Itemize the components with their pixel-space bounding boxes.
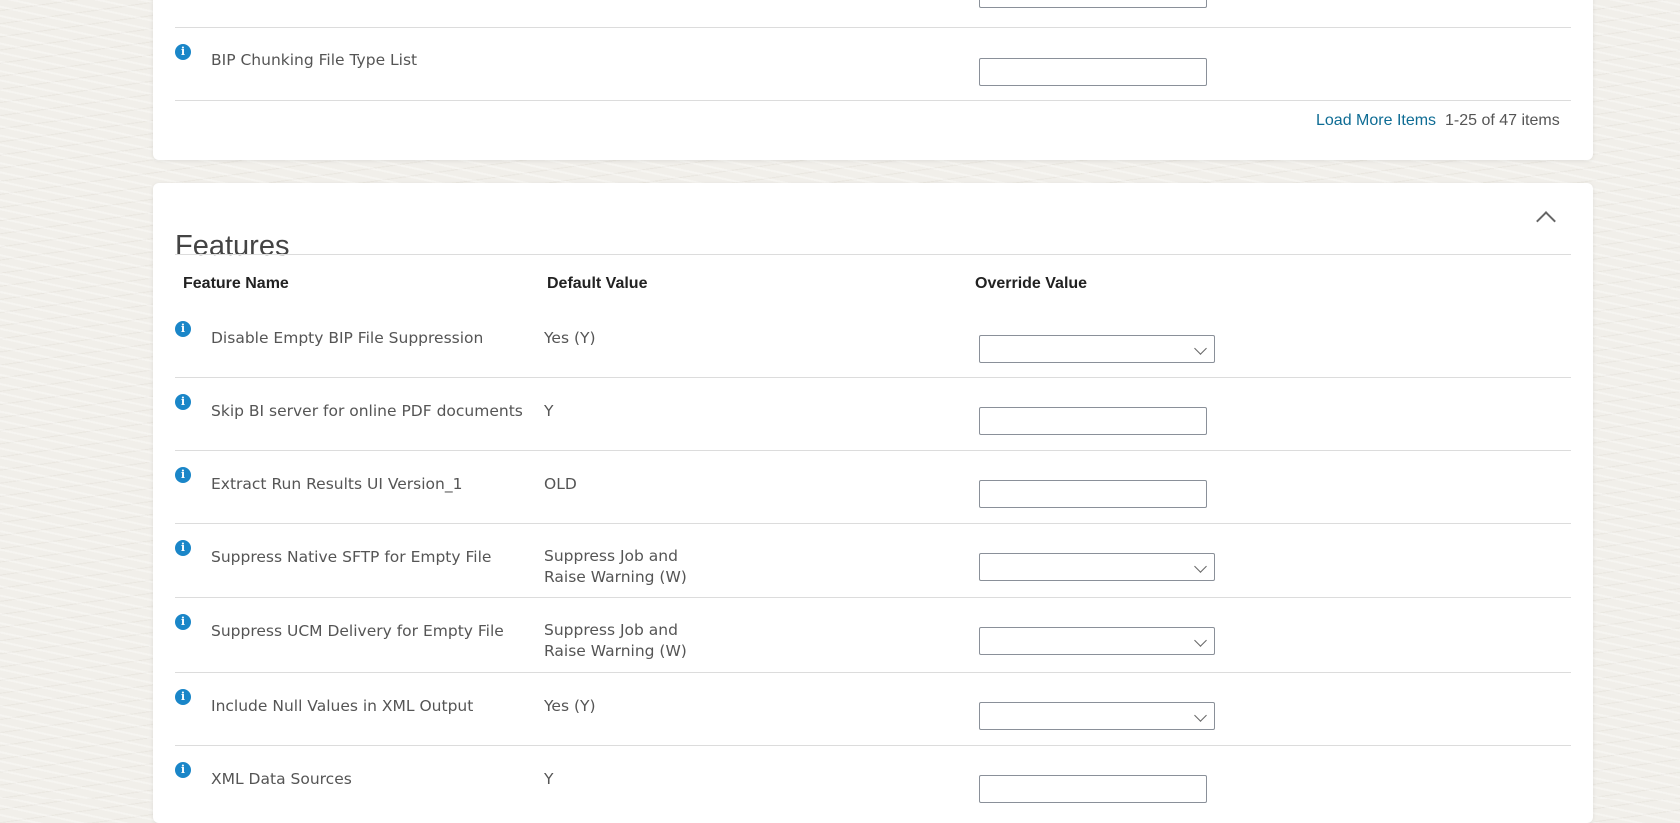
default-value: Yes (Y) <box>544 329 596 347</box>
row-divider <box>175 27 1571 28</box>
feature-name: Include Null Values in XML Output <box>211 697 474 715</box>
info-icon[interactable]: i <box>175 467 191 483</box>
info-icon[interactable]: i <box>175 394 191 410</box>
default-value: Suppress Job and Raise Warning (W) <box>544 621 687 660</box>
column-header-default-value: Default Value <box>547 275 648 292</box>
row-divider <box>175 672 1571 673</box>
column-header-feature-name: Feature Name <box>183 275 289 292</box>
parameters-card: i BIP Chunking File Type List Load More … <box>153 0 1593 160</box>
feature-name: Suppress Native SFTP for Empty File <box>211 548 492 566</box>
override-input[interactable] <box>979 0 1207 8</box>
default-value: OLD <box>544 475 577 493</box>
row-divider <box>175 523 1571 524</box>
override-select[interactable] <box>979 335 1215 363</box>
chevron-down-icon <box>1194 342 1207 355</box>
load-more-link[interactable]: Load More Items <box>1316 112 1436 130</box>
override-select[interactable] <box>979 702 1215 730</box>
section-title: Features <box>175 230 290 263</box>
info-icon[interactable]: i <box>175 614 191 630</box>
header-divider <box>175 254 1571 255</box>
info-icon[interactable]: i <box>175 689 191 705</box>
override-select[interactable] <box>979 553 1215 581</box>
item-count: 1-25 of 47 items <box>1445 112 1560 129</box>
features-card: Features Feature Name Default Value Over… <box>153 183 1593 823</box>
row-divider <box>175 745 1571 746</box>
info-icon[interactable]: i <box>175 762 191 778</box>
row-divider <box>175 450 1571 451</box>
chevron-down-icon <box>1194 709 1207 722</box>
collapse-chevron-icon[interactable] <box>1536 211 1556 231</box>
default-value: Y <box>544 770 554 788</box>
info-icon[interactable]: i <box>175 44 191 60</box>
default-value: Y <box>544 402 554 420</box>
feature-name: Skip BI server for online PDF documents <box>211 402 523 420</box>
parameter-name: BIP Chunking File Type List <box>211 51 418 69</box>
feature-name: XML Data Sources <box>211 770 352 788</box>
info-icon[interactable]: i <box>175 540 191 556</box>
chevron-down-icon <box>1194 634 1207 647</box>
feature-name: Disable Empty BIP File Suppression <box>211 329 484 347</box>
row-divider <box>175 100 1571 101</box>
column-header-override-value: Override Value <box>975 275 1088 292</box>
feature-name: Suppress UCM Delivery for Empty File <box>211 622 504 640</box>
row-divider <box>175 377 1571 378</box>
info-icon[interactable]: i <box>175 321 191 337</box>
override-input[interactable] <box>979 407 1207 435</box>
override-input[interactable] <box>979 480 1207 508</box>
feature-name: Extract Run Results UI Version_1 <box>211 475 463 493</box>
override-input[interactable] <box>979 58 1207 86</box>
default-value: Yes (Y) <box>544 697 596 715</box>
row-divider <box>175 597 1571 598</box>
override-select[interactable] <box>979 627 1215 655</box>
chevron-down-icon <box>1194 560 1207 573</box>
default-value: Suppress Job and Raise Warning (W) <box>544 547 687 586</box>
